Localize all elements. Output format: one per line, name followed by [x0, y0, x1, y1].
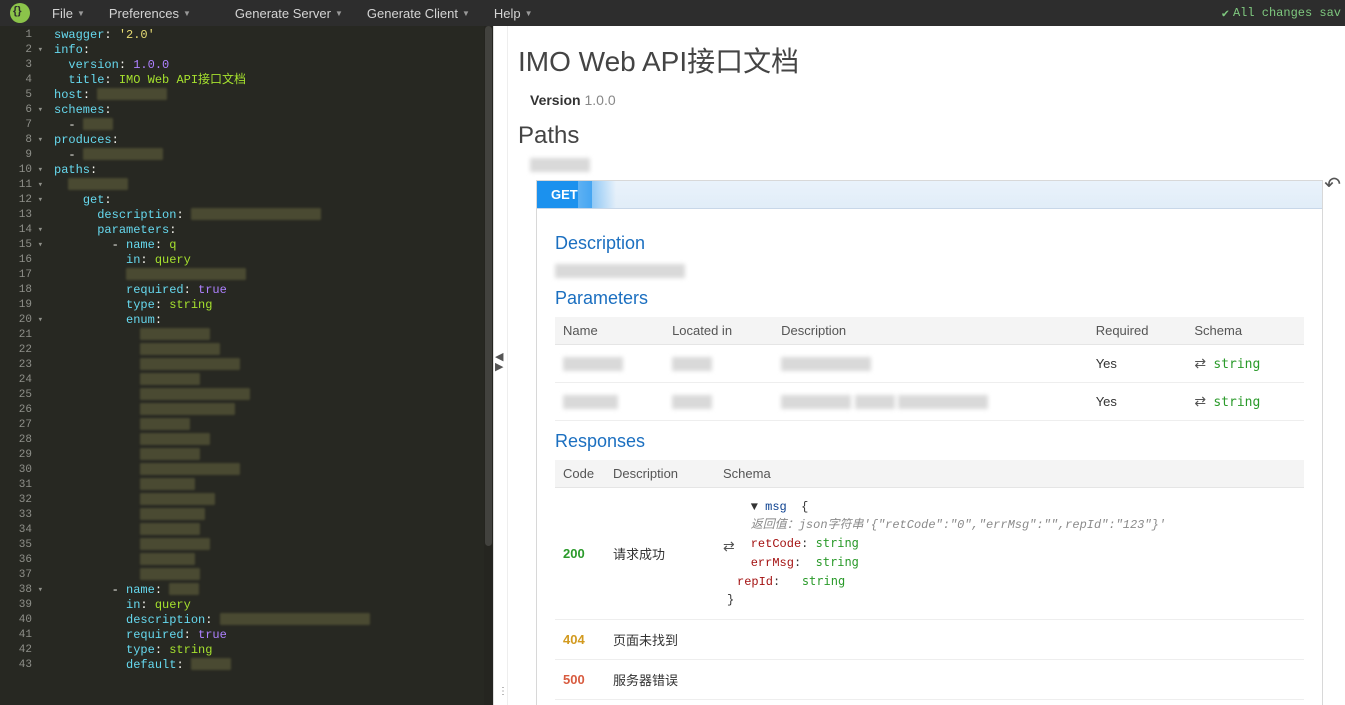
- scrollbar-thumb[interactable]: [485, 26, 492, 546]
- menu-generate-server[interactable]: Generate Server▼: [223, 0, 355, 26]
- status-500: 500: [555, 660, 605, 700]
- reply-icon[interactable]: ↶: [1324, 172, 1341, 197]
- table-row: Yes ⇄ string: [555, 345, 1304, 383]
- app-logo-icon[interactable]: [10, 3, 30, 23]
- responses-table: Code Description Schema 200 请求成功 ⇄ ▼ msg…: [555, 460, 1304, 700]
- section-parameters: Parameters: [555, 288, 1304, 309]
- menu-preferences[interactable]: Preferences▼: [97, 0, 203, 26]
- caret-down-icon: ▼: [335, 9, 343, 18]
- operation-card: GET Description Parameters Name Located …: [536, 180, 1323, 705]
- status-404: 404: [555, 620, 605, 660]
- th-description: Description: [773, 317, 1088, 345]
- table-row: 200 请求成功 ⇄ ▼ msg { 返回值：json字符串'{"retCode…: [555, 488, 1304, 620]
- paths-heading: Paths: [518, 122, 1323, 150]
- operation-header[interactable]: GET: [537, 181, 1322, 209]
- th-schema: Schema: [1186, 317, 1304, 345]
- th-located: Located in: [664, 317, 773, 345]
- menu-help[interactable]: Help▼: [482, 0, 545, 26]
- table-row: 500 服务器错误: [555, 660, 1304, 700]
- save-status: ✔ All changes sav: [1222, 6, 1345, 21]
- menu-generate-client[interactable]: Generate Client▼: [355, 0, 482, 26]
- table-row: 404 页面未找到: [555, 620, 1304, 660]
- topbar: File▼ Preferences▼ Generate Server▼ Gene…: [0, 0, 1345, 26]
- collapse-left-icon[interactable]: ◀▶: [495, 352, 503, 372]
- api-title: IMO Web API接口文档: [518, 40, 1323, 80]
- th-code: Code: [555, 460, 605, 488]
- doc-preview[interactable]: IMO Web API接口文档 Version 1.0.0 Paths ↶ GE…: [508, 26, 1345, 705]
- collapse-icon[interactable]: ▼: [751, 500, 758, 514]
- caret-down-icon: ▼: [462, 9, 470, 18]
- menu-file[interactable]: File▼: [40, 0, 97, 26]
- check-icon: ✔: [1222, 6, 1229, 21]
- th-required: Required: [1088, 317, 1187, 345]
- code-area[interactable]: swagger: '2.0'info: version: 1.0.0 title…: [48, 26, 493, 673]
- swap-icon[interactable]: ⇄: [1194, 355, 1206, 371]
- editor-scrollbar[interactable]: [484, 26, 493, 705]
- th-description: Description: [605, 460, 715, 488]
- swap-icon[interactable]: ⇄: [723, 538, 735, 555]
- method-badge-get: GET: [537, 181, 592, 208]
- caret-down-icon: ▼: [183, 9, 191, 18]
- schema-block: ▼ msg { 返回值：json字符串'{"retCode":"0","errM…: [723, 498, 1296, 609]
- caret-down-icon: ▼: [77, 9, 85, 18]
- main-menu: File▼ Preferences▼ Generate Server▼ Gene…: [40, 0, 545, 26]
- section-responses: Responses: [555, 431, 1304, 452]
- th-schema: Schema: [715, 460, 1304, 488]
- table-row: Yes ⇄ string: [555, 383, 1304, 421]
- th-name: Name: [555, 317, 664, 345]
- caret-down-icon: ▼: [525, 9, 533, 18]
- status-200: 200: [555, 488, 605, 620]
- line-gutter: 1234567891011121314151617181920212223242…: [0, 26, 46, 705]
- splitter[interactable]: ◀▶ ⋮⋮: [493, 26, 508, 705]
- path-name: [530, 156, 1323, 172]
- section-description: Description: [555, 233, 1304, 254]
- parameters-table: Name Located in Description Required Sch…: [555, 317, 1304, 421]
- description-text: [555, 262, 1304, 278]
- version-line: Version 1.0.0: [530, 92, 1323, 108]
- swap-icon[interactable]: ⇄: [1194, 393, 1206, 409]
- yaml-editor[interactable]: 1234567891011121314151617181920212223242…: [0, 26, 493, 705]
